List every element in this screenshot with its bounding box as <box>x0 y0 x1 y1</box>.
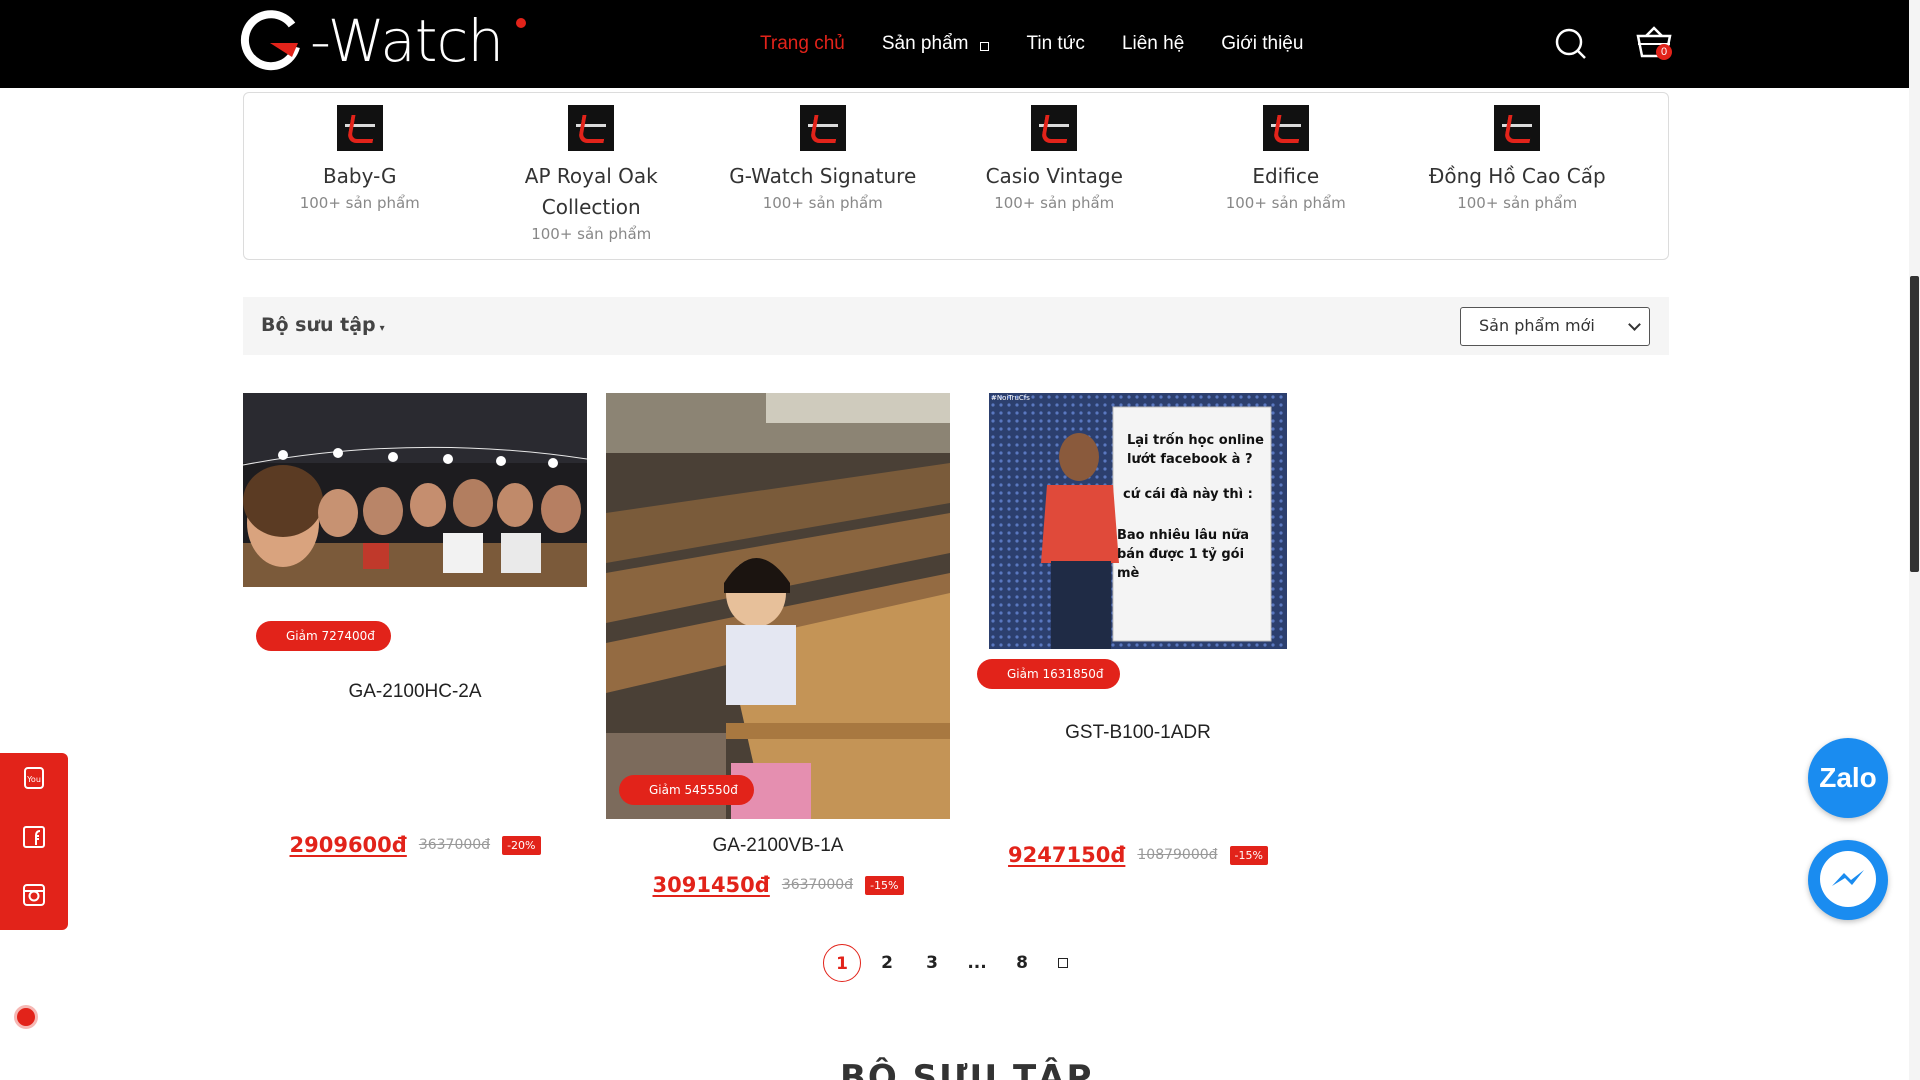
product-price: 9247150đ <box>1008 843 1126 867</box>
meme-line: Bao nhiêu lâu nữa <box>1117 528 1249 543</box>
phone-call-icon[interactable] <box>14 1005 38 1029</box>
svg-text:You: You <box>26 775 41 784</box>
nav-news[interactable]: Tin tức <box>1026 33 1084 55</box>
category-count: 100+ sản phẩm <box>994 194 1115 212</box>
category-name: Đồng Hồ Cao Cấp <box>1428 164 1606 188</box>
gshock-logo-icon <box>1262 105 1309 151</box>
meme-caption: Lại trốn học online lướt facebook à ? cứ… <box>1117 431 1267 583</box>
collection-bar: Bộ sưu tập ▾ Sản phẩm mới <box>243 297 1669 355</box>
product-image[interactable]: #NoiTruCfs Lại trốn học online lướt face… <box>989 393 1287 649</box>
gshock-logo-icon <box>799 105 846 151</box>
meme-line: cứ cái đà này thì : <box>1123 487 1253 502</box>
scrollbar[interactable] <box>1909 0 1920 1080</box>
product-name[interactable]: GA-2100HC-2A <box>243 681 587 703</box>
product-old-price: 10879000đ <box>1137 847 1218 863</box>
collection-title[interactable]: Bộ sưu tập ▾ <box>261 314 385 336</box>
product-old-price: 3637000đ <box>781 877 854 893</box>
meme-line: bán được 1 tỷ gói mè <box>1117 547 1245 581</box>
discount-percent: -20% <box>502 835 541 855</box>
discount-percent: -15% <box>865 875 904 895</box>
chevron-down-icon <box>1628 318 1641 331</box>
search-icon[interactable] <box>1554 27 1588 61</box>
main-nav: Trang chủ Sản phẩm Tin tức Liên hệ Giới … <box>760 0 1340 88</box>
scrollbar-thumb[interactable] <box>1910 276 1919 572</box>
discount-badge: Giảm 727400đ <box>256 621 391 651</box>
category-name: G-Watch Signature <box>729 164 917 188</box>
category-name: Edifice <box>1252 164 1320 188</box>
discount-percent: -15% <box>1229 845 1268 865</box>
category-item[interactable]: Đồng Hồ Cao Cấp 100+ sản phẩm <box>1402 93 1634 259</box>
logo[interactable]: -Watch <box>240 6 504 76</box>
gshock-logo-icon <box>1494 105 1541 151</box>
social-sidebar: You <box>0 753 68 930</box>
category-item[interactable]: Edifice 100+ sản phẩm <box>1170 93 1402 259</box>
product-photo-classroom <box>606 393 950 819</box>
page-ellipsis: ... <box>967 953 987 973</box>
page-link[interactable]: 2 <box>868 944 906 982</box>
nav-about[interactable]: Giới thiệu <box>1221 33 1303 55</box>
logo-dot <box>516 18 526 28</box>
sort-toggle-icon: ▾ <box>379 323 385 334</box>
product-price-row: 9247150đ 10879000đ -15% <box>969 843 1307 867</box>
category-item[interactable]: G-Watch Signature 100+ sản phẩm <box>707 93 939 259</box>
youtube-icon[interactable]: You <box>22 766 46 790</box>
nav-contact[interactable]: Liên hệ <box>1122 33 1184 55</box>
logo-g-icon <box>240 10 300 71</box>
category-name: Casio Vintage <box>985 164 1123 188</box>
zalo-chat-button[interactable]: Zalo <box>1808 738 1888 818</box>
meme-line: Lại trốn học online <box>1127 433 1264 448</box>
gshock-logo-icon <box>1031 105 1078 151</box>
product-name[interactable]: GA-2100VB-1A <box>606 835 950 857</box>
nav-home[interactable]: Trang chủ <box>760 33 845 55</box>
page: -Watch Trang chủ Sản phẩm Tin tức Liên h… <box>0 0 1920 1080</box>
product-image[interactable] <box>243 393 587 587</box>
category-item[interactable]: Casio Vintage 100+ sản phẩm <box>939 93 1171 259</box>
category-count: 100+ sản phẩm <box>299 194 420 212</box>
category-count: 100+ sản phẩm <box>762 194 883 212</box>
sort-select-value: Sản phẩm mới <box>1479 316 1595 335</box>
category-name: AP Royal Oak Collection <box>524 164 658 219</box>
meme-tag: #NoiTruCfs <box>991 394 1030 402</box>
page-link[interactable]: 3 <box>913 944 951 982</box>
product-image[interactable] <box>606 393 950 819</box>
cart-count-badge: 0 <box>1656 44 1672 60</box>
category-count: 100+ sản phẩm <box>1225 194 1346 212</box>
product-price: 3091450đ <box>652 873 770 897</box>
product-price: 2909600đ <box>289 833 407 857</box>
page-link[interactable]: 1 <box>823 944 861 982</box>
product-old-price: 3637000đ <box>418 837 491 853</box>
product-price-row: 2909600đ 3637000đ -20% <box>243 833 587 857</box>
page-link[interactable]: 8 <box>1003 944 1041 982</box>
messenger-icon <box>1820 851 1876 907</box>
facebook-icon[interactable] <box>22 825 46 849</box>
category-count: 100+ sản phẩm <box>1457 194 1578 212</box>
sort-select[interactable]: Sản phẩm mới <box>1460 307 1650 346</box>
product-photo-group <box>243 393 587 587</box>
category-count: 100+ sản phẩm <box>531 225 652 243</box>
category-item[interactable]: Baby-G 100+ sản phẩm <box>244 93 476 259</box>
collection-title-label: Bộ sưu tập <box>261 314 376 336</box>
logo-text: -Watch <box>310 7 504 75</box>
chevron-down-icon <box>980 41 990 51</box>
instagram-icon[interactable] <box>22 883 46 907</box>
category-name: Baby-G <box>322 164 397 188</box>
pagination: 1 2 3 ... 8 <box>823 944 1068 982</box>
gshock-logo-icon <box>568 105 615 151</box>
category-item[interactable]: AP Royal Oak Collection 100+ sản phẩm <box>476 93 708 259</box>
meme-line: lướt facebook à ? <box>1127 452 1253 467</box>
discount-badge: Giảm 545550đ <box>619 775 754 805</box>
product-price-row: 3091450đ 3637000đ -15% <box>606 873 950 897</box>
nav-products-label: Sản phẩm <box>881 33 969 54</box>
gshock-logo-icon <box>336 105 383 151</box>
discount-badge: Giảm 1631850đ <box>977 659 1120 689</box>
header: -Watch Trang chủ Sản phẩm Tin tức Liên h… <box>0 0 1909 88</box>
chevron-right-icon[interactable] <box>1058 958 1068 968</box>
section-title: BỘ SƯU TẬP <box>840 1058 1094 1080</box>
category-strip: Baby-G 100+ sản phẩm AP Royal Oak Collec… <box>243 92 1669 260</box>
messenger-chat-button[interactable] <box>1808 840 1888 920</box>
nav-products[interactable]: Sản phẩm <box>882 33 990 55</box>
product-name[interactable]: GST-B100-1ADR <box>969 722 1307 744</box>
